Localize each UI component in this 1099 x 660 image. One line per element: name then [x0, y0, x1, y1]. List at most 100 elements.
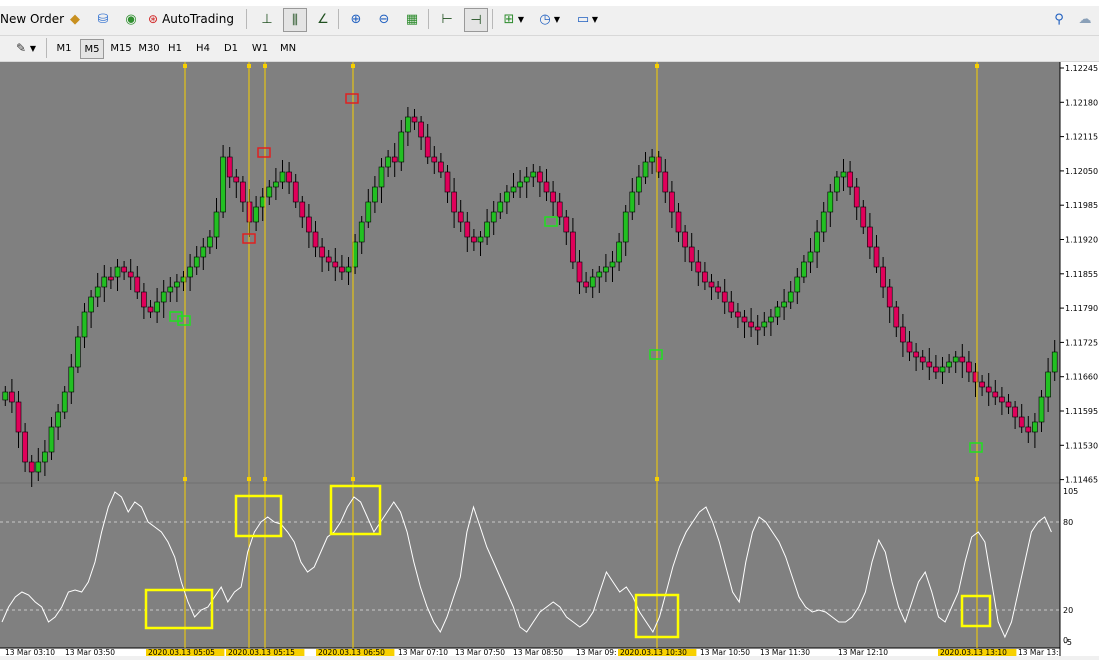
candle-bull: [768, 316, 774, 323]
candle-bull: [220, 156, 226, 213]
candle-bull: [1051, 351, 1058, 373]
main-toolbar: New Order ◆ ⛁ ◉ ⊛ AutoTrading ⊥ ⫼ ∠ ⊕ ⊖ …: [0, 6, 1099, 36]
candle-bear: [240, 181, 246, 203]
autoscroll-icon[interactable]: ⊣: [464, 8, 488, 32]
signals-icon[interactable]: ◉: [120, 8, 142, 30]
time-axis-label: 13 Mar 12:10: [838, 648, 888, 656]
chat-icon[interactable]: ☁: [1074, 8, 1096, 30]
candle-bull: [385, 156, 391, 168]
separator: [338, 9, 339, 29]
price-axis-label: 1.11595: [1065, 407, 1098, 416]
candle-bear: [312, 231, 319, 248]
candle-bear: [886, 286, 893, 308]
price-axis-label: 1.11465: [1065, 476, 1098, 485]
bar-chart-icon[interactable]: ⊥: [256, 8, 278, 30]
candle-bear: [926, 361, 933, 368]
candle-bear: [688, 246, 695, 263]
timeframe-mn-button[interactable]: MN: [276, 39, 300, 57]
timeframe-d1-button[interactable]: D1: [220, 39, 242, 57]
candle-bear: [556, 201, 563, 218]
candle-bear: [339, 266, 345, 273]
chart-canvas[interactable]: 1.12245 1.12180 1.12115 1.12050 1.11985 1.119…: [0, 62, 1099, 657]
candle-bull: [61, 391, 68, 413]
price-axis-label: 1.11660: [1065, 373, 1098, 382]
candle-bear: [543, 181, 550, 193]
timeframe-w1-button[interactable]: W1: [248, 39, 272, 57]
candle-bear: [919, 356, 926, 363]
candle-bear: [325, 256, 332, 263]
zoom-in-icon[interactable]: ⊕: [345, 8, 367, 30]
market-watch-icon[interactable]: ◆: [64, 8, 86, 30]
signal-line-marker: [263, 477, 267, 481]
indicator-pane: [0, 484, 1060, 648]
timeframe-h1-button[interactable]: H1: [164, 39, 186, 57]
chevron-down-icon[interactable]: ▼: [552, 8, 562, 30]
candle-bull: [477, 236, 484, 243]
candle-bear: [695, 261, 702, 273]
candle-bear: [860, 206, 867, 228]
candle-bull: [834, 176, 840, 193]
candle-bull: [167, 286, 174, 293]
candlestick-chart-icon[interactable]: ⫼: [283, 8, 307, 32]
timeframe-h4-button[interactable]: H4: [192, 39, 214, 57]
timeframe-m15-button[interactable]: M15: [108, 39, 134, 57]
candle-bear: [424, 136, 431, 158]
candle-bull: [101, 276, 108, 288]
candle-bull: [200, 246, 207, 258]
signal-line-marker: [247, 477, 251, 481]
time-axis-label: 2020.03.13 13:10: [940, 648, 1007, 656]
autotrading-button[interactable]: ⊛ AutoTrading: [148, 6, 234, 32]
chevron-down-icon[interactable]: ▼: [516, 8, 526, 30]
candle-bull: [81, 311, 88, 338]
candle-bull: [88, 296, 94, 313]
candle-bull: [510, 186, 517, 193]
timeframe-m30-button[interactable]: M30: [136, 39, 162, 57]
autotrading-label: AutoTrading: [162, 12, 234, 26]
candle-bear: [715, 286, 721, 293]
candle-bear: [702, 271, 708, 283]
candle-bull: [530, 171, 537, 178]
chart-shift-icon[interactable]: ⊢: [436, 8, 458, 30]
candle-bear: [319, 246, 325, 258]
candle-bull: [2, 391, 9, 401]
signal-line-marker: [351, 64, 355, 68]
time-axis-label: 2020.03.13 05:05: [148, 648, 215, 656]
candle-bull: [345, 266, 352, 273]
line-chart-icon[interactable]: ∠: [312, 8, 334, 30]
zoom-out-icon[interactable]: ⊖: [373, 8, 395, 30]
chart-window[interactable]: 1.12245 1.12180 1.12115 1.12050 1.11985 1.119…: [0, 62, 1099, 657]
candle-bull: [761, 321, 768, 328]
candle-bear: [682, 231, 688, 248]
signal-line-marker: [351, 477, 355, 481]
tile-windows-icon[interactable]: ▦: [401, 8, 423, 30]
candle-bear: [728, 301, 735, 313]
data-window-icon[interactable]: ⛁: [92, 8, 114, 30]
new-order-button[interactable]: New Order: [0, 6, 64, 32]
candle-bull: [596, 271, 603, 278]
candle-bear: [563, 216, 570, 233]
candle-bull: [253, 206, 259, 223]
candle-bear: [662, 171, 669, 193]
candle-bull: [523, 176, 530, 183]
candle-bull: [42, 451, 48, 463]
search-icon[interactable]: ⚲: [1048, 8, 1070, 30]
chevron-down-icon[interactable]: ▼: [590, 8, 600, 30]
chevron-down-icon[interactable]: ▼: [28, 37, 38, 59]
autotrading-icon: ⊛: [148, 12, 159, 26]
candle-bull: [781, 301, 787, 308]
candle-bear: [418, 121, 424, 138]
candle-bull: [490, 211, 497, 223]
candle-bear: [748, 321, 754, 328]
candle-bear: [669, 191, 675, 213]
candle-bear: [583, 281, 589, 288]
new-order-label: New Order: [0, 12, 65, 26]
candle-bull: [55, 411, 61, 428]
candle-bear: [438, 161, 444, 173]
candle-bull: [273, 181, 279, 188]
separator: [46, 38, 47, 58]
timeframe-m5-button[interactable]: M5: [80, 39, 104, 59]
candle-bear: [847, 171, 853, 188]
timeframe-m1-button[interactable]: M1: [52, 39, 76, 57]
time-axis-label: 2020.03.13 06:50: [318, 648, 385, 656]
candle-bull: [94, 286, 101, 298]
